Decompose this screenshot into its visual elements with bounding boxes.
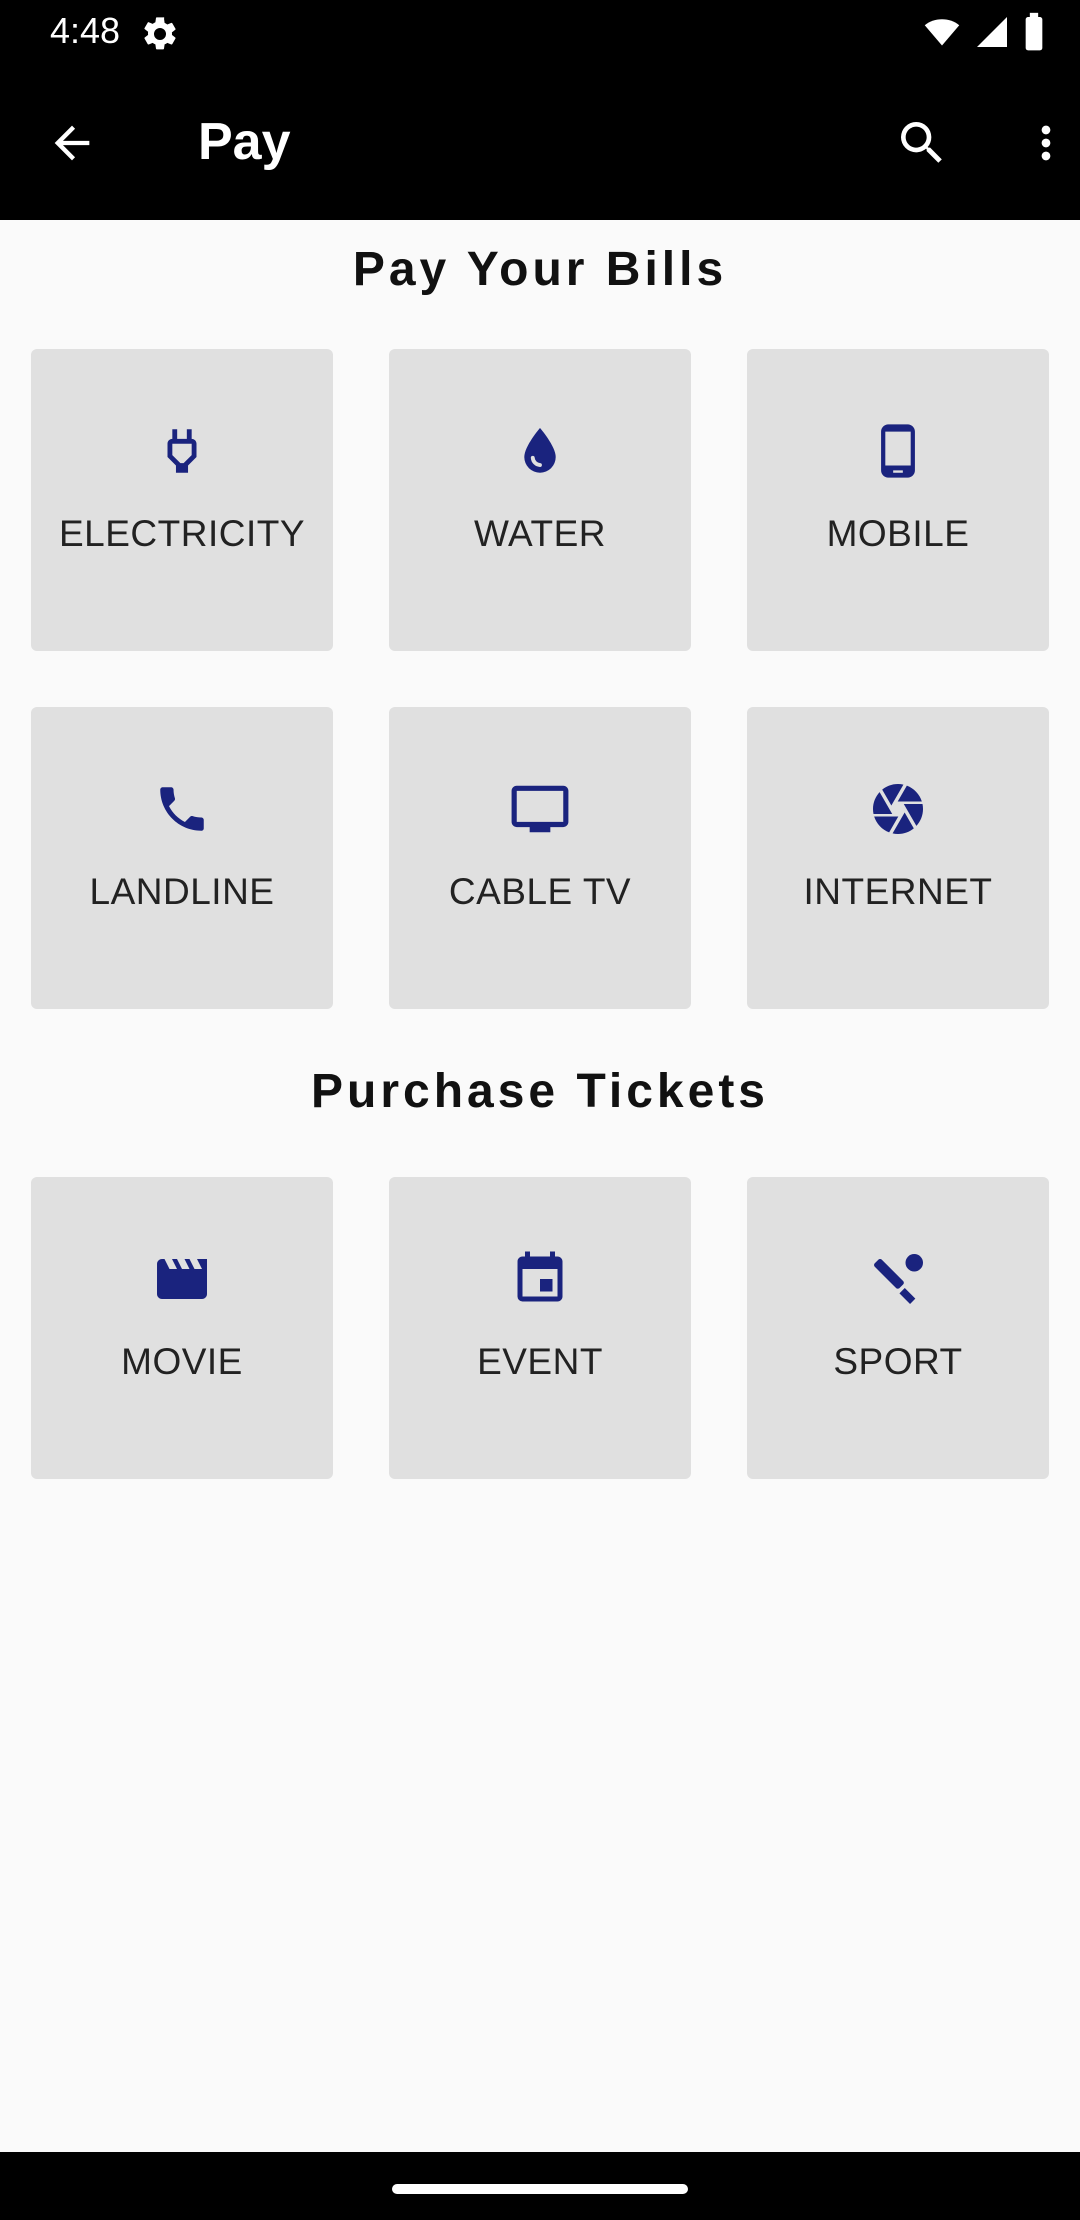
- cellular-signal-icon: [974, 14, 1010, 55]
- tile-label: WATER: [474, 513, 606, 554]
- home-gesture-handle[interactable]: [392, 2184, 688, 2194]
- tile-event[interactable]: EVENT: [389, 1177, 691, 1479]
- bills-section-title: Pay Your Bills: [352, 243, 728, 296]
- tile-label: SPORT: [833, 1341, 963, 1382]
- tile-cable-tv[interactable]: CABLE TV: [389, 707, 691, 1009]
- cricket-icon: [747, 1249, 1049, 1309]
- tile-mobile[interactable]: MOBILE: [747, 349, 1049, 651]
- tile-label: INTERNET: [803, 871, 993, 912]
- smartphone-icon: [747, 421, 1049, 481]
- content-area: Pay Your Bills ELECTRICITY WATER MOBILE …: [0, 220, 1080, 2152]
- page-title: Pay: [198, 113, 291, 171]
- tile-landline[interactable]: LANDLINE: [31, 707, 333, 1009]
- tickets-section-title: Purchase Tickets: [310, 1065, 769, 1118]
- phone-icon: [31, 779, 333, 839]
- search-icon[interactable]: [890, 111, 954, 175]
- app-bar: Pay: [0, 66, 1080, 220]
- system-nav-bar: [0, 2152, 1080, 2220]
- more-vert-icon[interactable]: [1014, 111, 1078, 175]
- plug-icon: [31, 421, 333, 481]
- tv-icon: [389, 779, 691, 839]
- tile-label: ELECTRICITY: [58, 513, 306, 554]
- camera-aperture-icon: [747, 779, 1049, 839]
- tile-internet[interactable]: INTERNET: [747, 707, 1049, 1009]
- tile-label: LANDLINE: [89, 871, 275, 912]
- tile-label: MOVIE: [121, 1341, 243, 1382]
- status-icons: [922, 12, 1046, 57]
- status-bar: 4:48: [0, 0, 1080, 66]
- tile-water[interactable]: WATER: [389, 349, 691, 651]
- tile-sport[interactable]: SPORT: [747, 1177, 1049, 1479]
- event-calendar-icon: [389, 1249, 691, 1309]
- tile-electricity[interactable]: ELECTRICITY: [31, 349, 333, 651]
- wifi-icon: [922, 14, 962, 55]
- water-drop-icon: [389, 421, 691, 481]
- battery-icon: [1022, 12, 1046, 57]
- tile-label: CABLE TV: [448, 871, 632, 912]
- movie-clapper-icon: [31, 1249, 333, 1309]
- status-time: 4:48: [50, 10, 121, 51]
- tile-label: MOBILE: [826, 513, 970, 554]
- tile-label: EVENT: [477, 1341, 603, 1382]
- back-arrow-icon[interactable]: [40, 111, 104, 175]
- tile-movie[interactable]: MOVIE: [31, 1177, 333, 1479]
- settings-gear-icon: [140, 14, 180, 54]
